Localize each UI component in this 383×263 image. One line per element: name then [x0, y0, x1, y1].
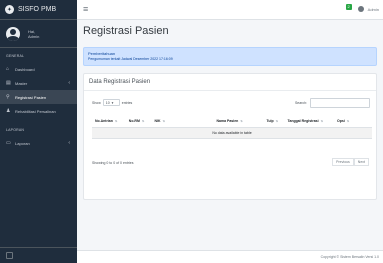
- page-footer: Copyright © Sistem Bersalin Versi 1.0: [77, 250, 383, 263]
- data-card: Data Registrasi Pasien Show 10 ▾ entries…: [83, 73, 377, 200]
- search-input[interactable]: [310, 98, 370, 108]
- search-label: Search:: [294, 101, 307, 105]
- page-title: Registrasi Pasien: [83, 25, 169, 37]
- pagination: Previous Next: [332, 158, 369, 166]
- user-menu-name[interactable]: Admin: [368, 7, 379, 12]
- nav-header-general: GENERAL: [6, 54, 25, 58]
- info-alert: Pemberitahuan Pengumuman terkait Jadwal …: [83, 47, 377, 66]
- column-header-tulp[interactable]: Tulp ⇅: [263, 115, 285, 128]
- column-header-no-antrian[interactable]: No.Antrian ⇅: [92, 115, 126, 128]
- column-header-tanggal-registrasi[interactable]: Tanggal Registrasi ⇅: [284, 115, 334, 128]
- brand-name: SISFO PMB: [18, 6, 57, 13]
- sidebar-item-label: Rehabilitasi Persalinan: [15, 108, 56, 114]
- length-prefix: Show: [92, 100, 101, 105]
- file-icon: ▭: [6, 139, 11, 146]
- sort-icon: ⇅: [320, 119, 324, 123]
- entries-select[interactable]: 10 ▾: [102, 99, 120, 106]
- sort-icon: ⇅: [141, 119, 145, 123]
- sidebar-item-laporan[interactable]: ▭ Laporan ‹: [0, 136, 77, 150]
- previous-page-button[interactable]: Previous: [332, 158, 354, 166]
- menu-icon[interactable]: ≡: [83, 5, 88, 14]
- sidebar-item-label: Registrasi Pasien: [15, 94, 47, 100]
- registrasi-table: No.Antrian ⇅ No.RM ⇅ NIK ⇅ Nama Pasien ⇅ Tul…: [92, 115, 372, 139]
- sidebar-item-label: Master: [15, 80, 28, 86]
- user-avatar-icon: [6, 26, 20, 41]
- column-header-nama-pasien[interactable]: Nama Pasien ⇅: [213, 115, 264, 128]
- card-title: Data Registrasi Pasien: [89, 79, 151, 85]
- notification-bell-icon[interactable]: 2: [345, 4, 354, 13]
- main-content: Registrasi Pasien Pemberitahuan Pengumum…: [77, 20, 383, 263]
- sort-icon: ⇅: [275, 119, 279, 123]
- user-icon: ♟: [6, 107, 11, 114]
- column-header-no-rm[interactable]: No.RM ⇅: [125, 115, 152, 128]
- user-menu-avatar-icon[interactable]: [357, 6, 364, 12]
- user-panel: Hai, Admin: [0, 20, 77, 48]
- sidebar-item-label: Laporan: [15, 140, 30, 146]
- entries-select-value: 10: [105, 100, 110, 105]
- user-name: Admin: [28, 33, 40, 39]
- seal-logo-icon: ✦: [5, 5, 14, 14]
- length-suffix: entries: [121, 100, 133, 105]
- sort-icon: ⇅: [346, 119, 350, 123]
- chevron-down-icon: ▾: [111, 100, 114, 105]
- chevron-left-icon: ‹: [68, 140, 70, 146]
- table-search-control: Search:: [295, 98, 370, 108]
- table-row: No data available in table: [92, 127, 372, 139]
- table-header-row: No.Antrian ⇅ No.RM ⇅ NIK ⇅ Nama Pasien ⇅ Tul…: [92, 115, 372, 128]
- sidebar-item-rehabilitasi-persalinan[interactable]: ♟ Rehabilitasi Persalinan: [0, 104, 77, 118]
- sidebar-item-dashboard[interactable]: ⌂ Dashboard: [0, 62, 77, 76]
- chevron-left-icon: ‹: [68, 80, 70, 86]
- sort-icon: ⇅: [162, 119, 166, 123]
- card-divider: [84, 90, 376, 91]
- sidebar: ✦ SISFO PMB Hai, Admin GENERAL ⌂ Dashboa…: [0, 0, 77, 263]
- notification-badge: 2: [345, 4, 352, 10]
- sidebar-footer: [0, 247, 77, 263]
- footer-text: Copyright © Sistem Bersalin Versi 1.0: [320, 255, 379, 259]
- column-header-nik[interactable]: NIK ⇅: [151, 115, 214, 128]
- alert-text: Pengumuman terkait Jadwal Desember 2022 …: [88, 57, 173, 61]
- top-navbar: ≡ 2 Admin: [77, 0, 383, 20]
- sidebar-item-master[interactable]: ▤ Master ‹: [0, 76, 77, 90]
- entries-length-control: Show 10 ▾ entries: [92, 99, 132, 106]
- database-icon: ▤: [6, 79, 11, 86]
- sort-icon: ⇅: [240, 119, 243, 123]
- next-page-button[interactable]: Next: [353, 158, 369, 166]
- column-header-opsi[interactable]: Opsi ⇅: [334, 115, 372, 128]
- table-info: Showing 0 to 0 of 0 entries: [92, 161, 134, 165]
- alert-title: Pemberitahuan: [88, 51, 116, 56]
- home-icon: ⌂: [6, 65, 10, 72]
- user-plus-icon: ⚲: [6, 93, 10, 100]
- brand-link[interactable]: ✦ SISFO PMB: [0, 0, 77, 20]
- nav-header-laporan: LAPORAN: [6, 128, 25, 132]
- sidebar-item-label: Dashboard: [15, 66, 35, 72]
- sidebar-item-registrasi-pasien[interactable]: ⚲ Registrasi Pasien: [0, 90, 77, 104]
- sidebar-collapse-button[interactable]: [6, 252, 13, 259]
- table-empty-message: No data available in table: [92, 127, 372, 139]
- sort-icon: ⇅: [114, 119, 118, 123]
